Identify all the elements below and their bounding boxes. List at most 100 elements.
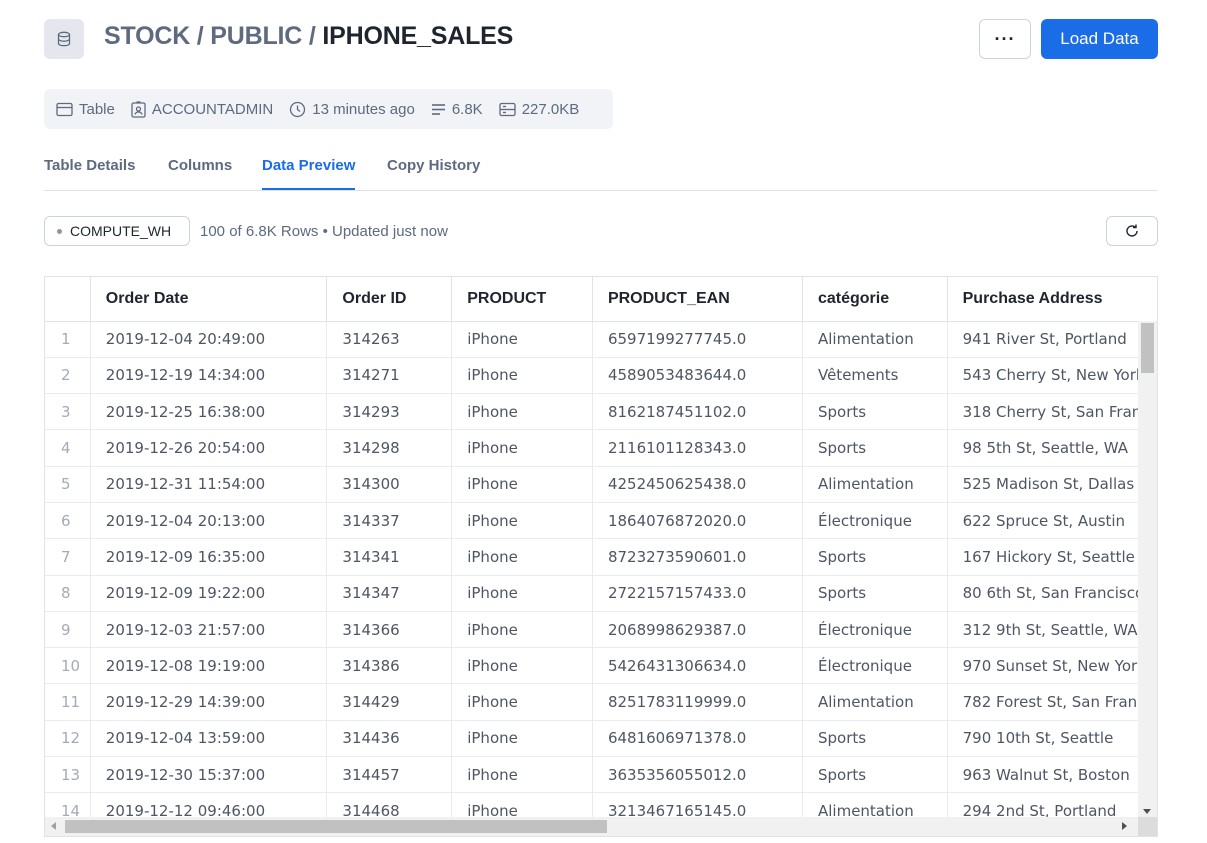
table-cell[interactable]: 314457	[326, 756, 453, 794]
table-cell[interactable]: iPhone	[451, 357, 593, 395]
table-row[interactable]: 4 2019-12-26 20:54:00 314298 iPhone 21161011…	[45, 429, 1157, 467]
table-cell[interactable]: Sports	[802, 538, 948, 576]
table-cell[interactable]: 314436	[326, 720, 453, 758]
table-cell[interactable]: 2019-12-29 14:39:00	[90, 683, 328, 721]
table-cell[interactable]: 312 9th St, Seattle, WA	[947, 611, 1157, 649]
table-cell[interactable]: 314300	[326, 466, 453, 503]
table-cell[interactable]: iPhone	[451, 647, 593, 685]
table-cell[interactable]: iPhone	[451, 429, 593, 467]
column-header[interactable]: Order Date	[90, 277, 328, 322]
table-cell[interactable]: 314341	[326, 538, 453, 576]
table-cell[interactable]: iPhone	[451, 683, 593, 721]
table-cell[interactable]: 8723273590601.0	[592, 538, 803, 576]
table-cell[interactable]: 314366	[326, 611, 453, 649]
table-cell[interactable]: Sports	[802, 720, 948, 758]
table-row[interactable]: 2 2019-12-19 14:34:00 314271 iPhone 45890534…	[45, 357, 1157, 395]
table-cell[interactable]: 6597199277745.0	[592, 321, 803, 358]
table-row[interactable]: 10 2019-12-08 19:19:00 314386 iPhone 5426431…	[45, 647, 1157, 685]
table-cell[interactable]: 4252450625438.0	[592, 466, 803, 503]
table-cell[interactable]: 167 Hickory St, Seattle	[947, 538, 1157, 576]
column-header[interactable]: Purchase Address	[947, 277, 1157, 322]
table-cell[interactable]: iPhone	[451, 393, 593, 431]
table-row[interactable]: 5 2019-12-31 11:54:00 314300 iPhone 42524506…	[45, 466, 1157, 503]
table-cell[interactable]: 2019-12-26 20:54:00	[90, 429, 328, 467]
table-cell[interactable]: 2068998629387.0	[592, 611, 803, 649]
table-cell[interactable]: 2019-12-03 21:57:00	[90, 611, 328, 649]
table-cell[interactable]: Vêtements	[802, 357, 948, 395]
horizontal-scrollbar[interactable]	[45, 817, 1157, 836]
scroll-left-arrow-icon[interactable]	[51, 822, 56, 830]
table-cell[interactable]: 2019-12-04 20:13:00	[90, 502, 328, 540]
more-options-button[interactable]: ···	[979, 19, 1031, 59]
table-cell[interactable]: 790 10th St, Seattle	[947, 720, 1157, 758]
table-cell[interactable]: 314293	[326, 393, 453, 431]
table-cell[interactable]: 4589053483644.0	[592, 357, 803, 395]
column-header[interactable]: Order ID	[326, 277, 453, 322]
table-cell[interactable]: 314271	[326, 357, 453, 395]
table-cell[interactable]: 2019-12-25 16:38:00	[90, 393, 328, 431]
table-cell[interactable]: Électronique	[802, 611, 948, 649]
table-cell[interactable]: iPhone	[451, 575, 593, 612]
scroll-down-arrow-icon[interactable]	[1143, 809, 1151, 814]
table-cell[interactable]: iPhone	[451, 611, 593, 649]
column-header[interactable]: PRODUCT_EAN	[592, 277, 803, 322]
table-row[interactable]: 6 2019-12-04 20:13:00 314337 iPhone 18640768…	[45, 502, 1157, 540]
table-cell[interactable]: iPhone	[451, 466, 593, 503]
table-cell[interactable]: 2019-12-09 19:22:00	[90, 575, 328, 612]
table-cell[interactable]: Sports	[802, 429, 948, 467]
table-cell[interactable]: 782 Forest St, San Francisco	[947, 683, 1157, 721]
table-cell[interactable]: 941 River St, Portland	[947, 321, 1157, 358]
table-cell[interactable]: 314386	[326, 647, 453, 685]
table-cell[interactable]: iPhone	[451, 538, 593, 576]
table-cell[interactable]: iPhone	[451, 321, 593, 358]
table-cell[interactable]: 2019-12-19 14:34:00	[90, 357, 328, 395]
table-cell[interactable]: 8251783119999.0	[592, 683, 803, 721]
horizontal-scroll-thumb[interactable]	[65, 820, 607, 833]
table-cell[interactable]: Électronique	[802, 502, 948, 540]
table-cell[interactable]: Sports	[802, 756, 948, 794]
table-cell[interactable]: 2019-12-08 19:19:00	[90, 647, 328, 685]
breadcrumb-path[interactable]: STOCK / PUBLIC /	[104, 22, 316, 50]
table-row[interactable]: 3 2019-12-25 16:38:00 314293 iPhone 81621874…	[45, 393, 1157, 431]
table-cell[interactable]: 525 Madison St, Dallas	[947, 466, 1157, 503]
load-data-button[interactable]: Load Data	[1041, 19, 1158, 59]
table-cell[interactable]: 5426431306634.0	[592, 647, 803, 685]
tab-data-preview[interactable]: Data Preview	[262, 157, 356, 190]
warehouse-selector[interactable]: COMPUTE_WH	[44, 216, 190, 246]
table-cell[interactable]: 318 Cherry St, San Francisco	[947, 393, 1157, 431]
table-cell[interactable]: Alimentation	[802, 466, 948, 503]
refresh-button[interactable]	[1106, 216, 1158, 246]
table-cell[interactable]: 970 Sunset St, New York	[947, 647, 1157, 685]
vertical-scrollbar[interactable]	[1138, 321, 1157, 818]
table-cell[interactable]: 314347	[326, 575, 453, 612]
table-cell[interactable]: 3635356055012.0	[592, 756, 803, 794]
table-cell[interactable]: iPhone	[451, 502, 593, 540]
table-cell[interactable]: 2019-12-31 11:54:00	[90, 466, 328, 503]
table-row[interactable]: 12 2019-12-04 13:59:00 314436 iPhone 6481606…	[45, 720, 1157, 758]
table-cell[interactable]: 6481606971378.0	[592, 720, 803, 758]
tab-columns[interactable]: Columns	[168, 157, 232, 174]
column-header[interactable]: PRODUCT	[451, 277, 593, 322]
table-cell[interactable]: 314263	[326, 321, 453, 358]
table-cell[interactable]: 8162187451102.0	[592, 393, 803, 431]
table-cell[interactable]: 2019-12-09 16:35:00	[90, 538, 328, 576]
table-cell[interactable]: Sports	[802, 575, 948, 612]
table-cell[interactable]: 314298	[326, 429, 453, 467]
table-cell[interactable]: iPhone	[451, 756, 593, 794]
table-cell[interactable]: Sports	[802, 393, 948, 431]
table-cell[interactable]: 80 6th St, San Francisco	[947, 575, 1157, 612]
table-cell[interactable]: Alimentation	[802, 683, 948, 721]
table-cell[interactable]: 2019-12-04 20:49:00	[90, 321, 328, 358]
table-cell[interactable]: 314337	[326, 502, 453, 540]
table-row[interactable]: 8 2019-12-09 19:22:00 314347 iPhone 27221571…	[45, 575, 1157, 612]
table-cell[interactable]: 963 Walnut St, Boston	[947, 756, 1157, 794]
table-cell[interactable]: 98 5th St, Seattle, WA	[947, 429, 1157, 467]
table-row[interactable]: 7 2019-12-09 16:35:00 314341 iPhone 87232735…	[45, 538, 1157, 576]
table-cell[interactable]: 2116101128343.0	[592, 429, 803, 467]
table-row[interactable]: 11 2019-12-29 14:39:00 314429 iPhone 8251783…	[45, 683, 1157, 721]
table-cell[interactable]: 1864076872020.0	[592, 502, 803, 540]
table-cell[interactable]: 2019-12-04 13:59:00	[90, 720, 328, 758]
table-row[interactable]: 13 2019-12-30 15:37:00 314457 iPhone 3635356…	[45, 756, 1157, 794]
scroll-right-arrow-icon[interactable]	[1122, 822, 1127, 830]
table-cell[interactable]: iPhone	[451, 720, 593, 758]
